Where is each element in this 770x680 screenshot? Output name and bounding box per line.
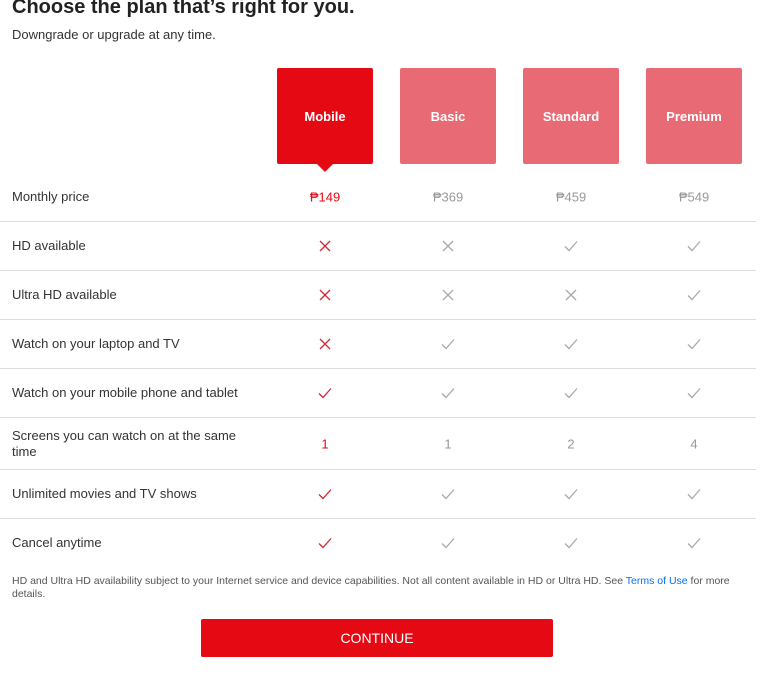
plan-mobile[interactable]: Mobile — [277, 68, 373, 172]
table-row: HD available — [0, 222, 756, 271]
table-cell: ₱149 — [309, 189, 341, 205]
check-icon — [686, 535, 702, 551]
plan-premium[interactable]: Premium — [646, 68, 742, 164]
cross-icon — [317, 336, 333, 352]
check-icon — [440, 385, 456, 401]
check-icon — [317, 486, 333, 502]
table-cell: 2 — [567, 436, 575, 451]
footnote: HD and Ultra HD availability subject to … — [12, 575, 752, 601]
feature-label: HD available — [12, 238, 86, 253]
table-row: Unlimited movies and TV shows — [0, 470, 756, 519]
check-icon — [563, 336, 579, 352]
check-icon — [686, 336, 702, 352]
cross-icon — [317, 238, 333, 254]
plan-comparison-table: Monthly price ₱149 ₱369 ₱459 ₱549 HD availabl… — [0, 173, 756, 567]
plan-selector: Mobile Basic Standard Premium — [0, 68, 770, 172]
check-icon — [440, 486, 456, 502]
feature-label: Ultra HD available — [12, 287, 117, 302]
terms-of-use-link[interactable]: Terms of Use — [626, 575, 688, 587]
cross-icon — [563, 287, 579, 303]
table-row: Ultra HD available — [0, 271, 756, 320]
check-icon — [440, 535, 456, 551]
check-icon — [317, 535, 333, 551]
feature-label: Watch on your laptop and TV — [12, 336, 180, 351]
feature-label: Monthly price — [12, 189, 90, 204]
table-row: Watch on your laptop and TV — [0, 320, 756, 369]
check-icon — [686, 385, 702, 401]
feature-label: Cancel anytime — [12, 535, 102, 550]
table-row: Cancel anytime — [0, 519, 756, 567]
table-cell: 4 — [690, 436, 698, 451]
page-subtitle: Downgrade or upgrade at any time. — [12, 27, 216, 42]
feature-label: Unlimited movies and TV shows — [12, 486, 197, 501]
plan-basic[interactable]: Basic — [400, 68, 496, 164]
table-cell: ₱369 — [432, 189, 464, 205]
table-row: Watch on your mobile phone and tablet — [0, 369, 756, 418]
check-icon — [563, 385, 579, 401]
table-row: Screens you can watch on at the same tim… — [0, 418, 756, 470]
table-cell: ₱549 — [678, 189, 710, 205]
cross-icon — [440, 287, 456, 303]
check-icon — [563, 535, 579, 551]
check-icon — [563, 238, 579, 254]
check-icon — [563, 486, 579, 502]
footnote-text: HD and Ultra HD availability subject to … — [12, 575, 626, 587]
feature-label: Watch on your mobile phone and tablet — [12, 385, 238, 400]
check-icon — [440, 336, 456, 352]
plan-standard[interactable]: Standard — [523, 68, 619, 164]
check-icon — [686, 287, 702, 303]
cross-icon — [317, 287, 333, 303]
table-cell: 1 — [444, 436, 452, 451]
cross-icon — [440, 238, 456, 254]
check-icon — [686, 238, 702, 254]
page-title: Choose the plan that’s right for you. — [12, 0, 355, 18]
table-row: Monthly price ₱149 ₱369 ₱459 ₱549 — [0, 173, 756, 222]
continue-button[interactable]: CONTINUE — [201, 619, 553, 657]
check-icon — [686, 486, 702, 502]
table-cell: ₱459 — [555, 189, 587, 205]
check-icon — [317, 385, 333, 401]
table-cell: 1 — [321, 436, 329, 451]
feature-label: Screens you can watch on at the same tim… — [12, 427, 237, 459]
